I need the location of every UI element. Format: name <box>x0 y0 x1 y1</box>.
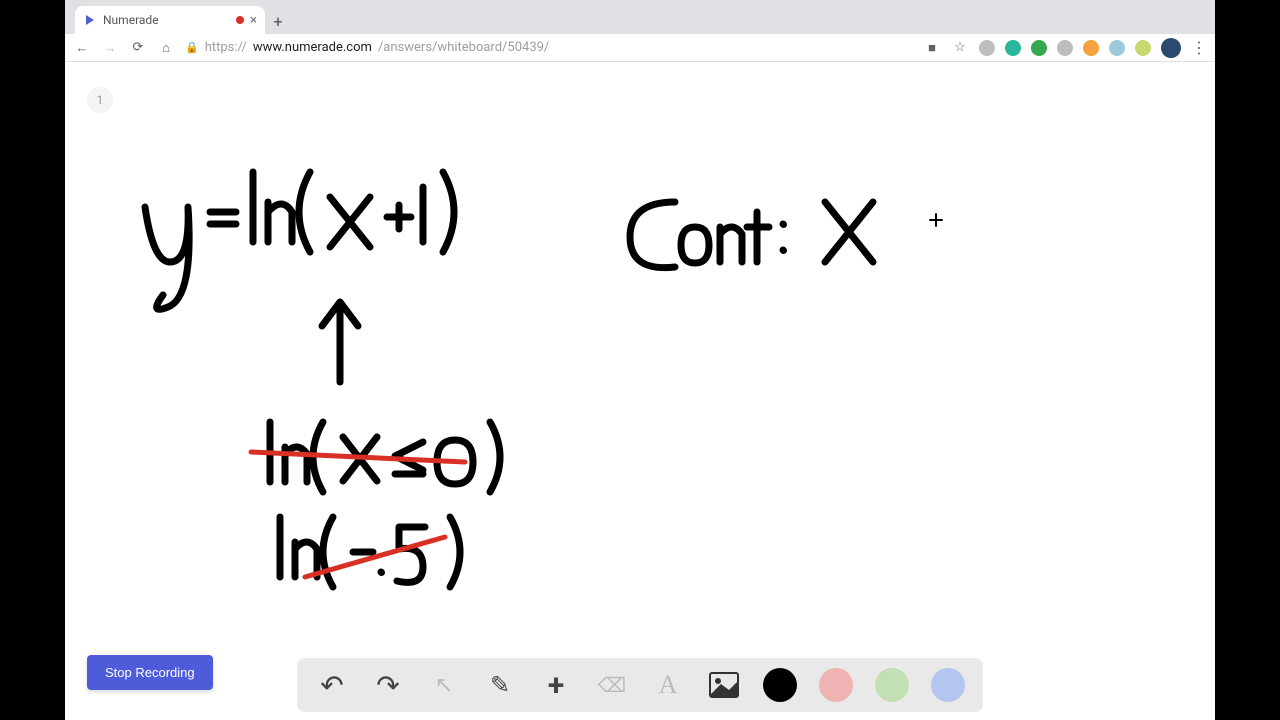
whiteboard-canvas[interactable] <box>65 62 1215 720</box>
stroke-colon <box>783 224 784 251</box>
recording-indicator-icon <box>236 16 244 24</box>
stop-recording-button[interactable]: Stop Recording <box>87 655 213 690</box>
handwriting-svg <box>65 62 1215 720</box>
reload-button[interactable]: ⟳ <box>129 39 147 57</box>
add-tool[interactable]: + <box>539 668 573 702</box>
tab-favicon-icon <box>83 13 97 27</box>
image-tool[interactable] <box>707 668 741 702</box>
stroke-cursor <box>930 214 942 226</box>
color-red-swatch[interactable] <box>819 668 853 702</box>
pencil-tool[interactable]: ✎ <box>483 668 517 702</box>
stroke-X <box>825 202 873 262</box>
extension-2-icon[interactable] <box>1005 40 1021 56</box>
extension-5-icon[interactable] <box>1083 40 1099 56</box>
stroke-n4 <box>720 227 742 262</box>
extension-1-icon[interactable] <box>979 40 995 56</box>
stroke-plus <box>387 205 411 229</box>
stroke-C <box>630 202 675 268</box>
extension-7-icon[interactable] <box>1135 40 1151 56</box>
profile-avatar-icon[interactable] <box>1161 38 1181 58</box>
color-green-swatch[interactable] <box>875 668 909 702</box>
lock-icon: 🔒 <box>185 41 199 54</box>
camera-icon[interactable]: ■ <box>923 39 941 57</box>
stroke-rparen2 <box>490 422 500 492</box>
pointer-tool[interactable]: ↖ <box>427 668 461 702</box>
url-path: /answers/whiteboard/50439/ <box>378 40 549 55</box>
close-tab-icon[interactable]: × <box>250 13 257 28</box>
tab-title: Numerade <box>103 13 230 27</box>
stroke-o <box>681 227 709 263</box>
page-content: 1 <box>65 62 1215 720</box>
whiteboard-toolbar: ↶ ↷ ↖ ✎ + ⌫ A <box>297 658 983 712</box>
color-blue-swatch[interactable] <box>931 668 965 702</box>
redo-button[interactable]: ↷ <box>371 668 405 702</box>
stroke-rparen3 <box>450 517 460 587</box>
extension-icons: ■ ☆ ⋮ <box>923 38 1207 58</box>
color-black-swatch[interactable] <box>763 668 797 702</box>
home-button[interactable]: ⌂ <box>157 39 175 57</box>
extension-4-icon[interactable] <box>1057 40 1073 56</box>
stroke-5 <box>397 527 425 582</box>
url-host: www.numerade.com <box>253 40 372 55</box>
text-tool[interactable]: A <box>651 668 685 702</box>
chrome-menu-icon[interactable]: ⋮ <box>1191 38 1207 57</box>
stroke-lparen <box>299 172 310 252</box>
tab-strip: Numerade × + <box>65 0 1215 34</box>
stroke-arrow <box>322 302 358 382</box>
browser-window: Numerade × + ← → ⟳ ⌂ 🔒 https:// www.numer… <box>65 0 1215 720</box>
new-tab-button[interactable]: + <box>265 8 291 34</box>
stroke-dot <box>381 572 382 573</box>
undo-button[interactable]: ↶ <box>315 668 349 702</box>
browser-tab[interactable]: Numerade × <box>75 6 265 34</box>
eraser-tool[interactable]: ⌫ <box>595 668 629 702</box>
stroke-x <box>330 197 370 247</box>
url-scheme: https:// <box>205 40 247 55</box>
stroke-n3 <box>295 542 317 577</box>
forward-button: → <box>101 39 119 57</box>
back-button[interactable]: ← <box>73 39 91 57</box>
address-bar: ← → ⟳ ⌂ 🔒 https:// www.numerade.com/answe… <box>65 34 1215 62</box>
stroke-lparen3 <box>323 517 333 587</box>
url-display[interactable]: 🔒 https:// www.numerade.com/answers/white… <box>185 40 549 55</box>
stroke-n <box>268 202 292 242</box>
stroke-equals <box>210 212 236 224</box>
extension-6-icon[interactable] <box>1109 40 1125 56</box>
stroke-rparen <box>443 172 454 252</box>
extension-3-icon[interactable] <box>1031 40 1047 56</box>
stroke-t <box>747 212 769 262</box>
stroke-y <box>145 207 189 309</box>
bookmark-star-icon[interactable]: ☆ <box>951 39 969 57</box>
